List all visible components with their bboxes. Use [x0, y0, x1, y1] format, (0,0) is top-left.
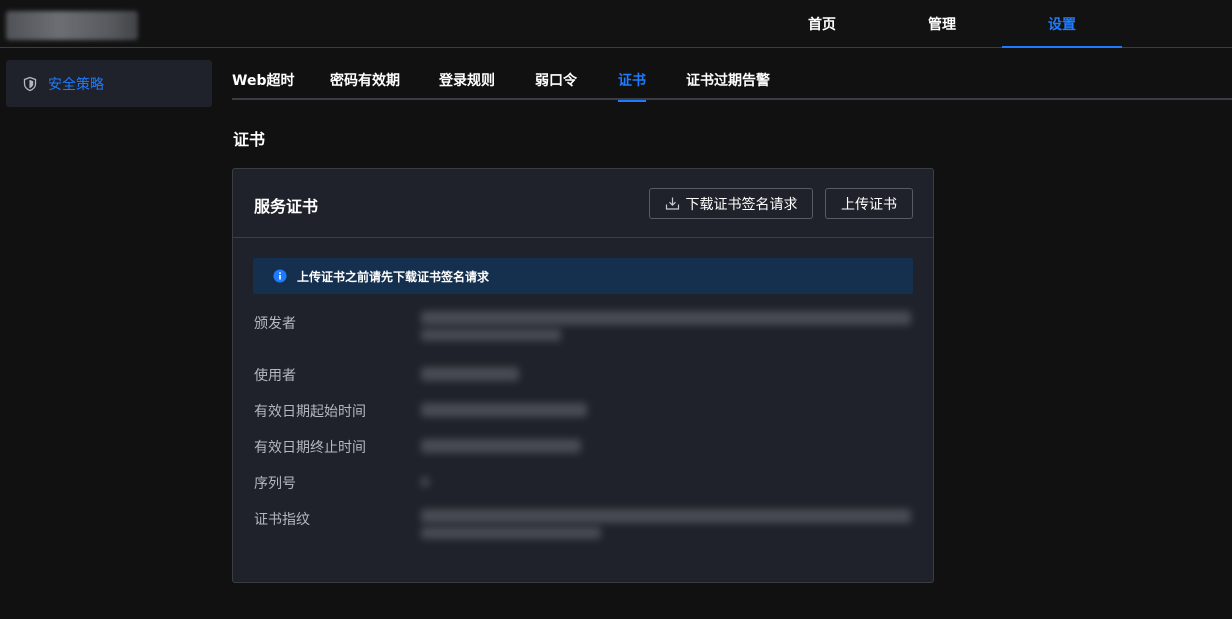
issuer-value-line2 — [421, 329, 561, 341]
nav-manage[interactable]: 管理 — [882, 0, 1002, 47]
nav-settings[interactable]: 设置 — [1002, 0, 1122, 48]
field-label-valid-from: 有效日期起始时间 — [254, 404, 366, 420]
download-csr-button[interactable]: 下载证书签名请求 — [649, 188, 813, 219]
tab-certificate[interactable]: 证书 — [618, 60, 646, 102]
tab-password-expiry[interactable]: 密码有效期 — [330, 60, 400, 100]
info-icon — [273, 269, 287, 283]
tab-bar: Web超时 密码有效期 登录规则 弱口令 证书 证书过期告警 — [232, 60, 1232, 102]
tab-login-rules[interactable]: 登录规则 — [439, 60, 495, 100]
alert-text: 上传证书之前请先下载证书签名请求 — [297, 269, 490, 284]
download-icon — [665, 196, 680, 211]
tab-web-timeout[interactable]: Web超时 — [232, 60, 294, 100]
serial-number-value — [421, 477, 429, 487]
field-label-issuer: 颁发者 — [254, 316, 296, 332]
valid-to-value — [421, 439, 581, 453]
sidebar-item-label: 安全策略 — [48, 76, 104, 93]
fingerprint-value — [421, 509, 911, 523]
shield-icon — [22, 76, 38, 92]
subject-value — [421, 367, 519, 381]
valid-from-value — [421, 403, 587, 417]
tab-weak-password[interactable]: 弱口令 — [535, 60, 577, 100]
info-alert: 上传证书之前请先下载证书签名请求 — [253, 258, 913, 294]
tab-certificate-expiry-alert[interactable]: 证书过期告警 — [686, 60, 770, 100]
field-label-serial-number: 序列号 — [254, 476, 296, 492]
card-title: 服务证书 — [254, 197, 319, 216]
field-label-fingerprint: 证书指纹 — [254, 512, 310, 528]
nav-home[interactable]: 首页 — [762, 0, 882, 47]
card-header: 服务证书 下载证书签名请求 上传证书 — [233, 169, 933, 238]
page-title: 证书 — [233, 130, 266, 149]
fingerprint-value-line2 — [421, 527, 601, 539]
upload-certificate-button[interactable]: 上传证书 — [825, 188, 913, 219]
top-bar: 首页 管理 设置 — [0, 0, 1232, 48]
issuer-value — [421, 311, 911, 325]
sidebar-item-security-policy[interactable]: 安全策略 — [6, 60, 212, 107]
field-label-valid-to: 有效日期终止时间 — [254, 440, 366, 456]
download-csr-label: 下载证书签名请求 — [685, 196, 798, 213]
logo — [6, 11, 138, 40]
service-certificate-card: 服务证书 下载证书签名请求 上传证书 上传证书之前请先下载证书签名请求 颁发者 — [232, 168, 934, 583]
field-label-subject: 使用者 — [254, 368, 296, 384]
